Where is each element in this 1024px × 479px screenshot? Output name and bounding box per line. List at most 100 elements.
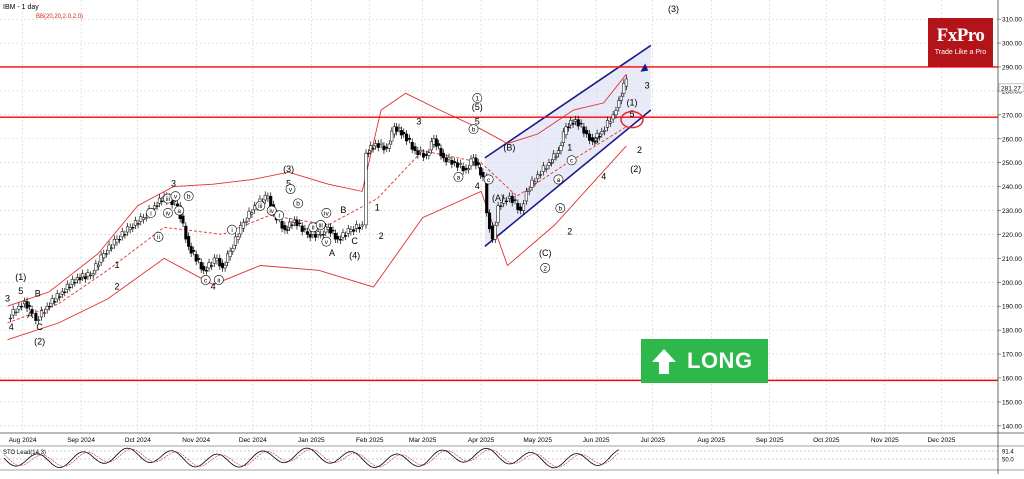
candle-body xyxy=(68,286,72,289)
candle-body xyxy=(89,274,93,277)
price-axis-label: 200.00 xyxy=(1002,280,1022,287)
wave-label: (1) xyxy=(15,272,26,282)
candle-body xyxy=(50,298,54,305)
candle-body xyxy=(75,277,79,281)
wave-label-circled: c xyxy=(566,155,577,166)
candle-body xyxy=(53,301,57,303)
candle-body xyxy=(207,262,211,269)
candle-body xyxy=(112,238,116,246)
time-axis-label: Jun 2025 xyxy=(583,437,610,444)
wave-label: (C) xyxy=(539,248,552,258)
candle-body xyxy=(115,238,119,243)
wave-label: C xyxy=(351,236,358,246)
candle-body xyxy=(298,222,302,225)
candle-body xyxy=(228,250,232,258)
wave-label-text: a xyxy=(457,174,461,181)
wave-label-text: ii xyxy=(217,277,220,284)
candle-body xyxy=(187,235,191,247)
candle-body xyxy=(11,309,15,316)
last-price-label: 281.27 xyxy=(1001,85,1021,92)
candle-body xyxy=(321,234,325,236)
candle-body xyxy=(221,262,225,269)
candle-body xyxy=(576,119,580,127)
candle-body xyxy=(63,291,67,293)
time-axis-label: Mar 2025 xyxy=(409,437,437,444)
candle-body xyxy=(427,152,431,156)
wave-label: 1 xyxy=(567,143,572,153)
wave-label-circled: ii xyxy=(153,231,164,242)
candle-body xyxy=(223,264,227,269)
candle-body xyxy=(189,246,193,254)
fxpro-logo: FxPro Trade Like a Pro xyxy=(928,18,993,67)
candle-body xyxy=(582,126,586,134)
candle-body xyxy=(355,224,359,229)
candle-body xyxy=(387,143,391,149)
wave-label-text: iii xyxy=(166,196,170,203)
wave-label: B xyxy=(340,205,346,215)
candle-body xyxy=(379,142,383,145)
logo-brand: FxPro xyxy=(936,25,985,46)
candle-body xyxy=(600,131,604,135)
candle-body xyxy=(605,120,610,128)
time-axis-label: Oct 2024 xyxy=(125,437,152,444)
candle-body xyxy=(91,273,95,276)
candle-body xyxy=(549,162,553,164)
wave-label: 3 xyxy=(594,136,599,146)
time-axis-label: Dec 2025 xyxy=(927,437,955,444)
candle-body xyxy=(48,305,52,308)
candle-body xyxy=(308,234,312,238)
candle-body xyxy=(385,146,389,149)
candle-body xyxy=(624,78,628,87)
wave-label: C xyxy=(36,322,43,332)
candle-body xyxy=(202,266,206,271)
candle-body xyxy=(579,122,583,125)
candle-body xyxy=(466,168,471,171)
wave-label-circled: b xyxy=(468,124,479,135)
candle-body xyxy=(421,152,426,158)
wave-label-text: a xyxy=(177,208,181,215)
wave-label-text: b xyxy=(559,206,563,213)
wave-label: (1) xyxy=(627,97,638,107)
price-axis-label: 180.00 xyxy=(1002,328,1022,335)
candle-body xyxy=(571,122,575,125)
wave-label: 2 xyxy=(567,226,572,236)
wave-label-circled: c xyxy=(200,274,211,285)
wave-label: 2 xyxy=(637,145,642,155)
candle-body xyxy=(8,317,12,320)
indicator-label: BB(20,20,2.0,2.0) xyxy=(36,14,83,20)
candle-body xyxy=(197,258,201,260)
candle-body xyxy=(324,226,328,233)
wave-label-text: iv xyxy=(269,208,274,215)
price-axis-label: 220.00 xyxy=(1002,232,1022,239)
candle-body xyxy=(199,262,203,270)
candle-body xyxy=(469,158,473,167)
candle-body xyxy=(566,126,570,129)
candle-body xyxy=(407,137,411,140)
candle-body xyxy=(181,215,185,224)
time-axis-label: Sep 2025 xyxy=(756,437,784,444)
candle-body xyxy=(86,272,90,277)
candle-body xyxy=(437,143,441,146)
candle-body xyxy=(413,146,417,151)
price-axis-label: 140.00 xyxy=(1002,423,1022,430)
candle-body xyxy=(131,227,135,229)
candle-body xyxy=(99,254,103,263)
wave-label-text: i xyxy=(278,213,279,220)
candle-body xyxy=(554,156,558,158)
wave-label-text: 2 xyxy=(543,265,547,272)
candle-body xyxy=(561,131,566,143)
candle-body xyxy=(447,157,451,160)
candle-body xyxy=(390,130,394,142)
candle-body xyxy=(83,276,87,280)
candle-body xyxy=(481,171,485,178)
price-axis-label: 290.00 xyxy=(1002,64,1022,71)
wave-label: A xyxy=(329,248,335,258)
wave-label-text: 1 xyxy=(475,95,479,102)
candle-body xyxy=(263,194,267,201)
candle-body xyxy=(20,305,24,308)
candle-body xyxy=(419,149,423,153)
wave-label-text: ii xyxy=(157,234,160,241)
candle-body xyxy=(204,270,208,272)
candle-body xyxy=(331,230,335,232)
candle-body xyxy=(60,291,64,295)
